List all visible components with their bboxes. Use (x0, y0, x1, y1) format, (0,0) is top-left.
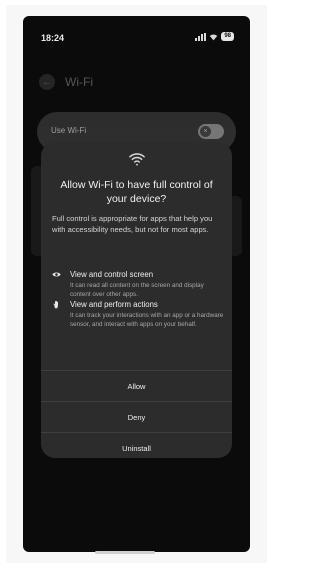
allow-button[interactable]: Allow (41, 370, 232, 401)
uninstall-button[interactable]: Uninstall (41, 432, 232, 458)
eye-icon (52, 272, 61, 277)
deny-button[interactable]: Deny (41, 401, 232, 432)
status-bar: 18:24 98 (23, 16, 250, 50)
permission-dialog: Allow Wi-Fi to have full control of your… (41, 142, 232, 458)
phone-screen: 18:24 98 ← Wi-Fi Use Wi-Fi × Allow Wi-Fi… (23, 16, 250, 552)
signal-icon (195, 32, 207, 41)
permission-description: It can read all content on the screen an… (70, 282, 204, 298)
hand-icon (53, 300, 58, 309)
permission-title: View and control screen (70, 270, 154, 279)
use-wifi-label: Use Wi-Fi (51, 126, 87, 135)
home-indicator[interactable] (95, 551, 155, 554)
page-title: Wi-Fi (65, 75, 93, 89)
dialog-description: Full control is appropriate for apps tha… (52, 214, 213, 234)
status-icons: 98 (195, 32, 234, 41)
settings-header: ← Wi-Fi (39, 74, 93, 90)
permission-title: View and perform actions (70, 300, 158, 309)
wifi-icon (129, 153, 145, 166)
battery-icon: 98 (221, 32, 234, 41)
status-time: 18:24 (41, 33, 65, 43)
wifi-status-icon (210, 33, 218, 40)
permission-description: It can track your interactions with an a… (70, 312, 224, 328)
back-arrow-icon[interactable]: ← (39, 74, 55, 90)
dialog-title: Allow Wi-Fi to have full control of your… (60, 179, 213, 205)
use-wifi-toggle[interactable]: × (198, 124, 224, 139)
toggle-off-icon: × (200, 126, 211, 137)
